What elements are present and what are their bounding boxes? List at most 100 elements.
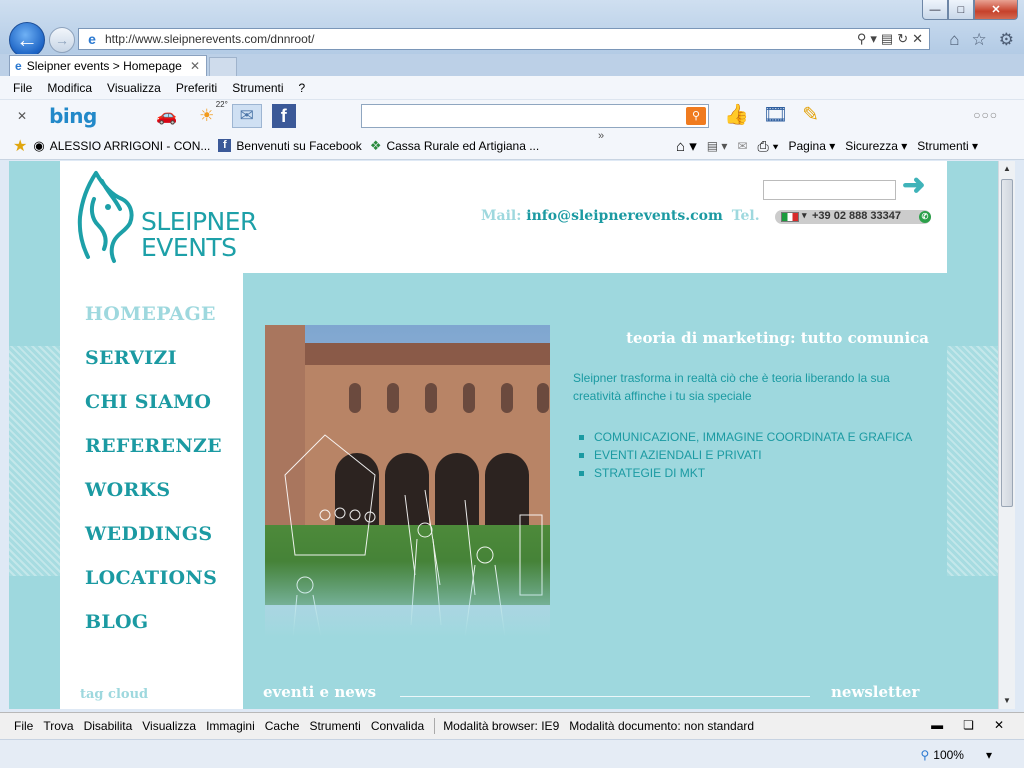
favorite-item[interactable]: f Benvenuti su Facebook — [218, 138, 362, 153]
more-options-icon[interactable]: ○○○ — [973, 108, 998, 122]
address-url[interactable]: http://www.sleipnerevents.com/dnnroot/ — [105, 32, 857, 46]
site-sidenav: HOMEPAGE SERVIZI CHI SIAMO REFERENZE WOR… — [60, 273, 243, 709]
undock-devbar-icon[interactable]: ❏ — [963, 718, 974, 732]
maximize-button[interactable]: □ — [948, 0, 974, 20]
dev-strumenti[interactable]: Strumenti — [309, 719, 360, 733]
bing-search-go-icon[interactable]: ⚲ — [686, 107, 706, 125]
video-film-icon[interactable]: 🎞 — [763, 102, 788, 127]
address-bar[interactable]: e http://www.sleipnerevents.com/dnnroot/… — [78, 28, 930, 50]
main-content: teoria di marketing: tutto comunica Slei… — [243, 273, 947, 709]
dev-convalida[interactable]: Convalida — [371, 719, 424, 733]
favorites-overflow-chevron-icon[interactable]: » — [598, 130, 604, 142]
close-tab-icon[interactable]: ✕ — [190, 59, 200, 73]
nav-locations[interactable]: LOCATIONS — [85, 567, 217, 589]
page-viewport: SLEIPNER EVENTS ➜ Mail: info@sleipnereve… — [9, 161, 998, 709]
back-button[interactable]: ← — [9, 22, 45, 58]
tab-sleipner[interactable]: e Sleipner events > Homepage ✕ — [9, 55, 207, 76]
decorative-stripe-right — [947, 346, 998, 576]
menu-preferiti[interactable]: Preferiti — [176, 81, 217, 95]
page-menu[interactable]: Pagina ▾ — [789, 139, 836, 153]
nav-referenze[interactable]: REFERENZE — [85, 435, 222, 457]
dev-visualizza[interactable]: Visualizza — [142, 719, 196, 733]
home-page-icon[interactable]: ⌂ ▾ — [676, 137, 697, 155]
translate-icon[interactable]: ✎ — [802, 102, 819, 127]
nav-weddings[interactable]: WEDDINGS — [85, 523, 212, 545]
flag-dropdown-icon[interactable]: ▾ — [802, 210, 807, 221]
nav-servizi[interactable]: SERVIZI — [85, 347, 177, 369]
favorite-item[interactable]: ◉ ALESSIO ARRIGONI - CON... — [33, 138, 210, 154]
favorite-item[interactable]: ❖ Cassa Rurale ed Artigiana ... — [370, 138, 539, 154]
settings-gear-icon[interactable]: ⚙ — [999, 30, 1014, 50]
site-search-input[interactable] — [763, 180, 896, 200]
feeds-icon[interactable]: ▤ ▾ — [707, 139, 728, 153]
dev-immagini[interactable]: Immagini — [206, 719, 255, 733]
maps-car-icon[interactable]: 🚗 — [152, 104, 182, 128]
close-toolbar-icon[interactable]: ✕ — [17, 109, 27, 123]
search-icon[interactable]: ⚲ — [857, 31, 867, 47]
refresh-icon[interactable]: ↻ — [897, 31, 908, 47]
vertical-scrollbar[interactable]: ▲ ▼ — [998, 161, 1015, 709]
phone-widget[interactable]: ▾ +39 02 888 33347 ✆ — [775, 210, 931, 224]
menu-file[interactable]: File — [13, 81, 32, 95]
decorative-stripe-left — [9, 346, 60, 576]
service-item[interactable]: COMUNICAZIONE, IMMAGINE COORDINATA E GRA… — [579, 428, 912, 446]
tools-menu[interactable]: Strumenti ▾ — [917, 139, 978, 153]
dev-disabilita[interactable]: Disabilita — [84, 719, 133, 733]
scroll-up-icon[interactable]: ▲ — [999, 161, 1015, 177]
home-icon[interactable]: ⌂ — [949, 30, 959, 50]
tab-title: Sleipner events > Homepage — [26, 59, 182, 73]
document-mode[interactable]: Modalità documento: non standard — [569, 719, 754, 733]
service-item[interactable]: STRATEGIE DI MKT — [579, 464, 912, 482]
close-devbar-icon[interactable]: ✕ — [994, 718, 1004, 732]
nav-homepage[interactable]: HOMEPAGE — [85, 303, 216, 325]
menu-visualizza[interactable]: Visualizza — [107, 81, 161, 95]
menu-modifica[interactable]: Modifica — [47, 81, 92, 95]
bank-icon: ❖ — [369, 137, 382, 153]
favorite-label: Benvenuti su Facebook — [236, 138, 362, 153]
dev-trova[interactable]: Trova — [43, 719, 73, 733]
horse-head-logo-icon — [77, 171, 134, 263]
favorites-star-icon[interactable]: ☆ — [972, 30, 987, 50]
browser-mode[interactable]: Modalità browser: IE9 — [443, 719, 559, 733]
courtyard-illustration — [265, 325, 550, 637]
nav-chi-siamo[interactable]: CHI SIAMO — [85, 391, 211, 413]
mail-envelope-icon[interactable]: ✉ — [231, 104, 262, 128]
facebook-icon[interactable]: f — [271, 104, 296, 128]
like-thumb-icon[interactable]: 👍 — [724, 102, 749, 127]
bing-search-input[interactable]: ⚲ — [361, 104, 709, 128]
close-window-button[interactable]: ✕ — [974, 0, 1018, 20]
headline: teoria di marketing: tutto comunica — [626, 329, 929, 347]
weather-sun-icon[interactable]: ☀ 22° — [192, 100, 228, 128]
menu-strumenti[interactable]: Strumenti — [232, 81, 283, 95]
menu-help[interactable]: ? — [299, 81, 306, 95]
dev-file[interactable]: File — [14, 719, 33, 733]
search-arrow-icon[interactable]: ➜ — [902, 171, 934, 199]
scroll-thumb[interactable] — [1001, 179, 1013, 507]
forward-button[interactable]: → — [49, 27, 75, 53]
security-menu[interactable]: Sicurezza ▾ — [845, 139, 907, 153]
zoom-dropdown-icon[interactable]: ▾ — [986, 748, 992, 762]
dropdown-icon[interactable]: ▾ — [870, 31, 877, 47]
mail-link[interactable]: info@sleipnerevents.com — [526, 208, 723, 224]
minimize-button[interactable]: — — [922, 0, 948, 20]
scroll-down-icon[interactable]: ▼ — [999, 693, 1015, 709]
zoom-control[interactable]: ⚲ 100% ▾ — [920, 748, 992, 762]
new-tab-button[interactable] — [209, 57, 237, 76]
stop-icon[interactable]: ✕ — [912, 31, 923, 47]
minimize-devbar-icon[interactable]: ▬ — [931, 718, 943, 732]
phone-call-icon[interactable]: ✆ — [919, 211, 931, 223]
developer-toolbar: File Trova Disabilita Visualizza Immagin… — [0, 712, 1024, 739]
service-item[interactable]: EVENTI AZIENDALI E PRIVATI — [579, 446, 912, 464]
favorites-star-add-icon[interactable]: ★ — [13, 136, 27, 156]
bing-logo[interactable]: bing — [49, 104, 97, 128]
dev-cache[interactable]: Cache — [265, 719, 300, 733]
print-icon[interactable]: ⎙ ▾ — [758, 138, 779, 155]
site-logo[interactable]: SLEIPNER EVENTS — [74, 169, 257, 264]
read-mail-icon[interactable]: ✉ — [737, 139, 747, 153]
eventi-news-heading: eventi e news — [263, 683, 377, 701]
bing-right-icons: 👍 🎞 ✎ — [724, 102, 819, 127]
compatibility-icon[interactable]: ▤ — [881, 31, 893, 47]
nav-blog[interactable]: BLOG — [85, 611, 148, 633]
italy-flag-icon[interactable] — [781, 212, 799, 222]
nav-works[interactable]: WORKS — [85, 479, 170, 501]
